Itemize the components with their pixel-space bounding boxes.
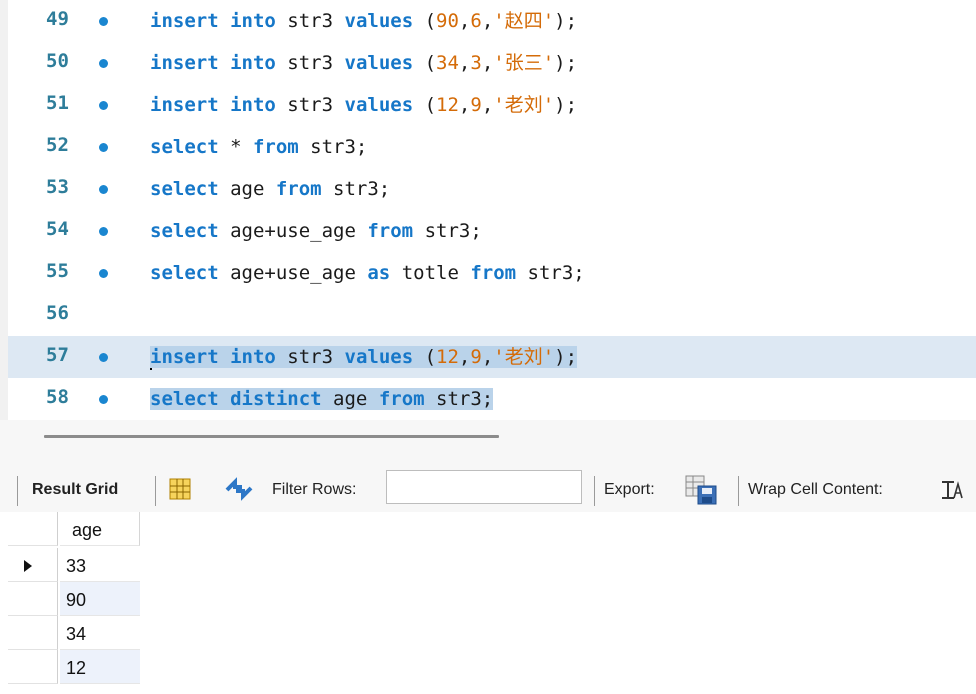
row-indicator[interactable] bbox=[8, 650, 58, 684]
export-label: Export: bbox=[604, 481, 655, 498]
line-number: 53 bbox=[46, 176, 69, 198]
current-row-arrow-icon bbox=[24, 560, 32, 572]
filter-rows-input[interactable] bbox=[386, 470, 582, 504]
statement-marker-icon[interactable] bbox=[99, 395, 108, 404]
table-cell[interactable]: 90 bbox=[60, 582, 140, 616]
statement-marker-icon[interactable] bbox=[99, 353, 108, 362]
code-line[interactable]: 54 select age+use_age from str3; bbox=[8, 210, 976, 252]
line-number: 49 bbox=[46, 8, 69, 30]
horizontal-scrollbar[interactable] bbox=[44, 435, 499, 438]
code-text[interactable]: select * from str3; bbox=[150, 134, 367, 160]
code-text[interactable]: insert into str3 values (12,9,'老刘'); bbox=[150, 92, 577, 118]
toolbar-separator bbox=[17, 476, 18, 506]
code-text[interactable]: insert into str3 values (34,3,'张三'); bbox=[150, 50, 577, 76]
code-line[interactable]: 53 select age from str3; bbox=[8, 168, 976, 210]
line-number: 56 bbox=[46, 302, 69, 324]
table-cell[interactable]: 12 bbox=[60, 650, 140, 684]
export-icon[interactable] bbox=[684, 474, 724, 506]
code-line[interactable]: 57 insert into str3 values (12,9,'老刘'); bbox=[8, 336, 976, 378]
statement-marker-icon[interactable] bbox=[99, 101, 108, 110]
code-line[interactable]: 56 bbox=[8, 294, 976, 336]
toolbar-separator bbox=[155, 476, 156, 506]
line-number: 57 bbox=[46, 344, 69, 366]
line-number: 51 bbox=[46, 92, 69, 114]
sql-editor[interactable]: 49 insert into str3 values (90,6,'赵四'); 50… bbox=[0, 0, 976, 420]
table-cell[interactable]: 33 bbox=[60, 548, 140, 582]
line-number: 54 bbox=[46, 218, 69, 240]
editor-text-area[interactable]: 49 insert into str3 values (90,6,'赵四'); 50… bbox=[8, 0, 976, 420]
filter-rows-label: Filter Rows: bbox=[272, 481, 357, 498]
statement-marker-icon[interactable] bbox=[99, 59, 108, 68]
code-line[interactable]: 50 insert into str3 values (34,3,'张三'); bbox=[8, 42, 976, 84]
row-indicator[interactable] bbox=[8, 582, 58, 616]
line-number: 55 bbox=[46, 260, 69, 282]
code-line[interactable]: 51 insert into str3 values (12,9,'老刘'); bbox=[8, 84, 976, 126]
refresh-icon[interactable] bbox=[222, 476, 256, 502]
code-text[interactable]: insert into str3 values (12,9,'老刘'); bbox=[150, 344, 578, 370]
code-text[interactable]: select age from str3; bbox=[150, 176, 390, 202]
column-header-age[interactable]: age bbox=[60, 512, 140, 546]
statement-marker-icon[interactable] bbox=[99, 269, 108, 278]
selection-highlight: select distinct age from str3; bbox=[150, 388, 494, 410]
line-number: 50 bbox=[46, 50, 69, 72]
wrap-text-icon[interactable] bbox=[940, 480, 964, 500]
selection-highlight: insert into str3 values (12,9,'老刘'); bbox=[150, 346, 578, 368]
statement-marker-icon[interactable] bbox=[99, 185, 108, 194]
grid-layout-icon[interactable] bbox=[168, 477, 192, 501]
code-line[interactable]: 55 select age+use_age as totle from str3; bbox=[8, 252, 976, 294]
wrap-cell-label: Wrap Cell Content: bbox=[748, 481, 883, 498]
row-indicator[interactable] bbox=[8, 548, 58, 582]
code-line[interactable]: 52 select * from str3; bbox=[8, 126, 976, 168]
result-toolbar: Result Grid Filter Rows: Export: Wrap Ce… bbox=[0, 468, 976, 512]
code-text[interactable]: select distinct age from str3; bbox=[150, 386, 494, 412]
statement-marker-icon[interactable] bbox=[99, 17, 108, 26]
table-cell[interactable]: 34 bbox=[60, 616, 140, 650]
toolbar-separator bbox=[594, 476, 595, 506]
code-line[interactable]: 49 insert into str3 values (90,6,'赵四'); bbox=[8, 0, 976, 42]
line-number: 58 bbox=[46, 386, 69, 408]
line-number: 52 bbox=[46, 134, 69, 156]
result-grid-tab[interactable]: Result Grid bbox=[32, 481, 118, 499]
panel-splitter-area bbox=[0, 420, 976, 468]
statement-marker-icon[interactable] bbox=[99, 143, 108, 152]
code-text[interactable]: insert into str3 values (90,6,'赵四'); bbox=[150, 8, 577, 34]
row-indicator[interactable] bbox=[8, 616, 58, 650]
row-header-corner bbox=[8, 512, 58, 546]
code-text[interactable]: select age+use_age as totle from str3; bbox=[150, 260, 585, 286]
code-text[interactable]: select age+use_age from str3; bbox=[150, 218, 482, 244]
toolbar-separator bbox=[738, 476, 739, 506]
statement-marker-icon[interactable] bbox=[99, 227, 108, 236]
code-line[interactable]: 58 select distinct age from str3; bbox=[8, 378, 976, 420]
